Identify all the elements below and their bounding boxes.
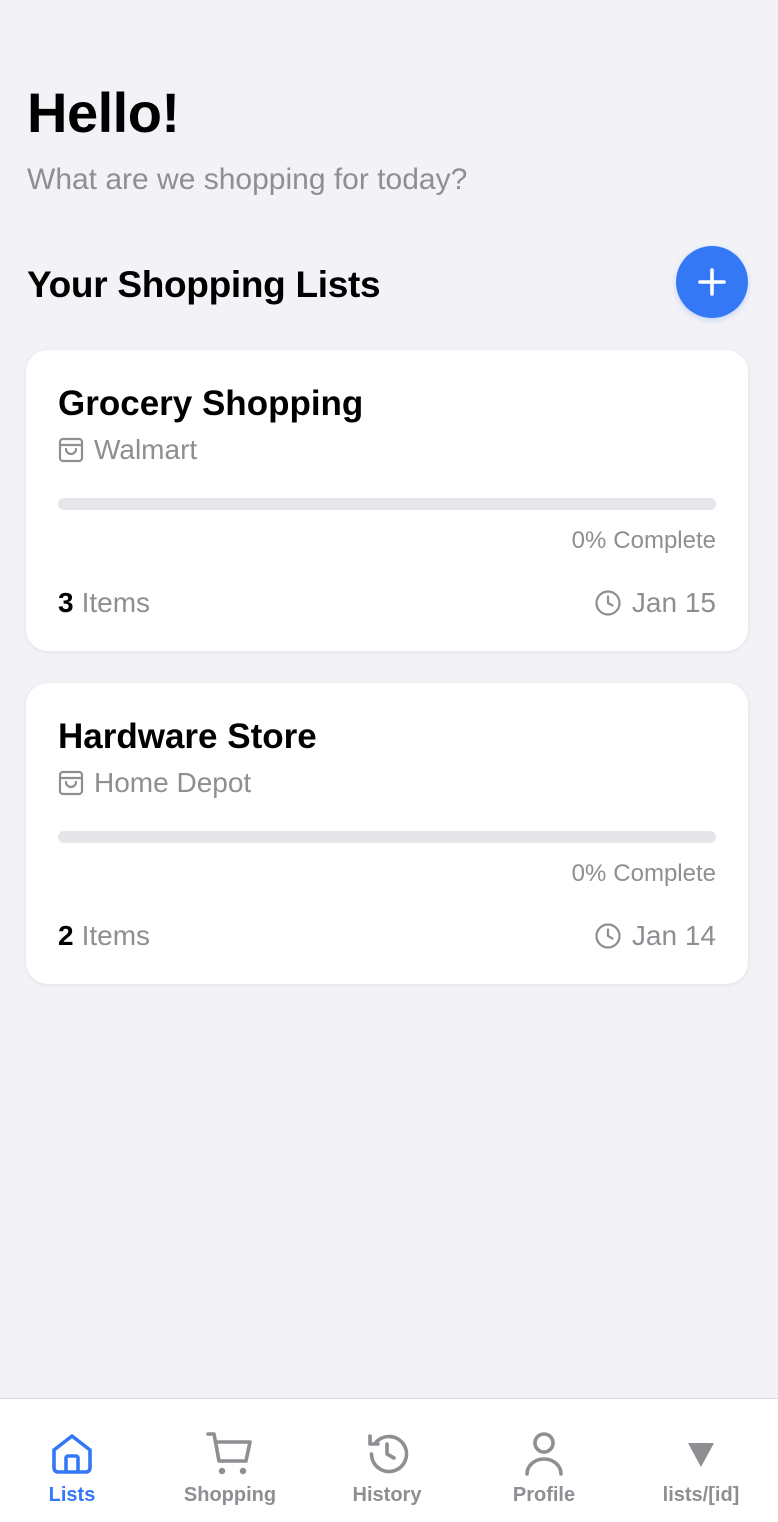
item-count-unit: Items: [81, 920, 151, 951]
tab-label: Profile: [512, 1484, 576, 1506]
item-count: 3 Items: [58, 586, 150, 620]
tab-lists[interactable]: Lists: [0, 1399, 150, 1522]
tab-label: Lists: [48, 1484, 96, 1506]
plus-icon: [698, 268, 726, 296]
list-card[interactable]: Hardware Store Home Depot 0% Complete 2 …: [26, 683, 748, 984]
tab-label: lists/[id]: [662, 1484, 740, 1506]
shopping-bag-icon: [58, 437, 84, 463]
triangle-down-icon: [686, 1429, 716, 1479]
screen: Hello! What are we shopping for today? Y…: [0, 0, 778, 1522]
date-text: Jan 15: [631, 587, 716, 618]
greeting-title: Hello!: [27, 81, 180, 144]
tab-shopping[interactable]: Shopping: [152, 1399, 308, 1522]
item-count-number: 3: [58, 587, 74, 618]
tab-profile[interactable]: Profile: [466, 1399, 622, 1522]
list-name: Grocery Shopping: [58, 384, 364, 423]
list-date: Jan 14: [594, 919, 716, 953]
date-text: Jan 14: [631, 920, 716, 951]
list-card[interactable]: Grocery Shopping Walmart 0% Complete 3 I…: [26, 350, 748, 651]
tab-history[interactable]: History: [309, 1399, 465, 1522]
tab-label: Shopping: [183, 1484, 277, 1506]
tab-lists-id[interactable]: lists/[id]: [623, 1399, 778, 1522]
complete-label: 0% Complete: [572, 859, 716, 889]
store-name: Walmart: [94, 434, 198, 465]
complete-percent: 0%: [571, 860, 607, 887]
home-icon: [49, 1429, 95, 1479]
shopping-bag-icon: [58, 770, 84, 796]
list-store: Home Depot: [58, 767, 251, 799]
complete-label: 0% Complete: [572, 526, 716, 556]
progress-bar: [58, 831, 716, 843]
item-count-unit: Items: [81, 587, 151, 618]
complete-text: Complete: [613, 527, 716, 554]
list-date: Jan 15: [594, 586, 716, 620]
item-count-number: 2: [58, 920, 74, 951]
complete-text: Complete: [613, 860, 716, 887]
list-name: Hardware Store: [58, 717, 317, 756]
greeting-subtitle: What are we shopping for today?: [27, 163, 468, 196]
store-name: Home Depot: [94, 767, 252, 798]
progress-bar: [58, 498, 716, 510]
tab-label: History: [352, 1484, 422, 1506]
person-icon: [522, 1429, 566, 1479]
tab-bar: Lists Shopping History Profile lists/[id…: [0, 1398, 778, 1522]
add-list-button[interactable]: [676, 246, 748, 318]
list-store: Walmart: [58, 434, 197, 466]
clock-icon: [595, 590, 621, 616]
section-title: Your Shopping Lists: [27, 264, 381, 305]
item-count: 2 Items: [58, 919, 150, 953]
history-icon: [363, 1429, 411, 1479]
clock-icon: [595, 923, 621, 949]
cart-icon: [205, 1429, 255, 1479]
complete-percent: 0%: [571, 527, 607, 554]
